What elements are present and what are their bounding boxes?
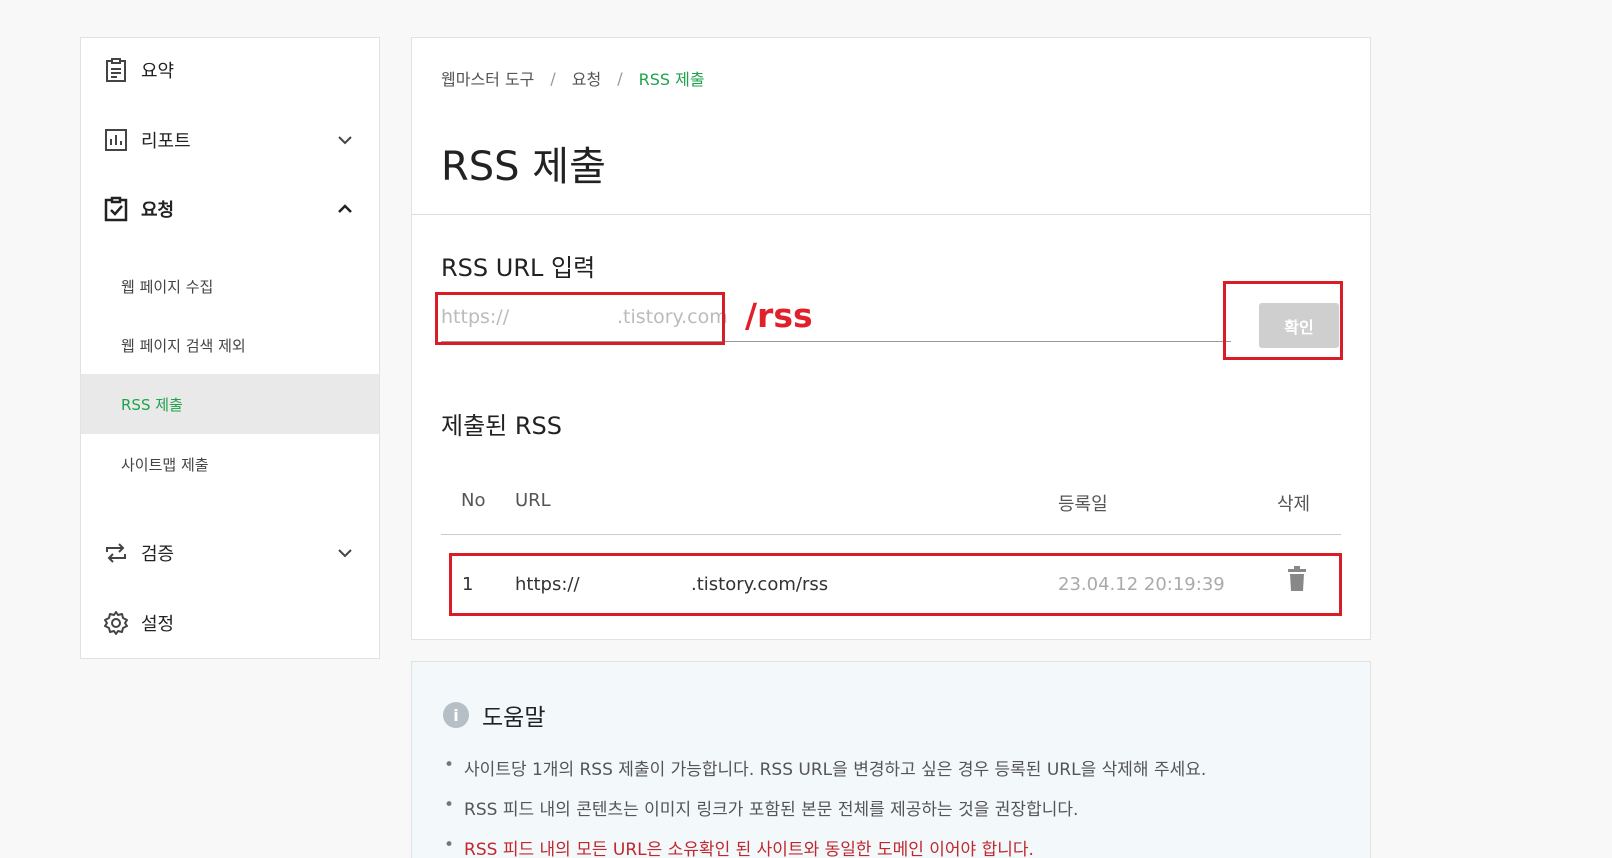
breadcrumb-current: RSS 제출 (638, 70, 705, 89)
nav-settings[interactable]: 설정 (81, 593, 379, 653)
breadcrumb-webmaster[interactable]: 웹마스터 도구 (441, 66, 534, 90)
rss-submit-panel: 웹마스터 도구 / 요청 / RSS 제출 RSS 제출 RSS URL 입력 … (411, 37, 1371, 640)
help-item: • RSS 피드 내의 콘텐츠는 이미지 링크가 포함된 본문 전체를 제공하는… (444, 795, 1078, 820)
nav-report-label: 리포트 (141, 131, 191, 152)
divider (412, 214, 1370, 215)
rss-input-title: RSS URL 입력 (441, 254, 596, 282)
help-item-text: RSS 피드 내의 모든 URL은 소유확인 된 사이트와 동일한 도메인 이어… (464, 840, 1034, 858)
nav-request-label: 요청 (141, 200, 175, 221)
bullet: • (444, 835, 455, 855)
breadcrumb-request[interactable]: 요청 (572, 66, 601, 90)
clipboard-check-icon (104, 196, 128, 222)
repeat-arrows-icon (106, 543, 126, 563)
nav-report[interactable]: 리포트 (81, 110, 379, 170)
info-icon: i (443, 702, 469, 728)
bullet: • (444, 795, 455, 815)
column-header-delete: 삭제 (1277, 494, 1311, 515)
help-item: • 사이트당 1개의 RSS 제출이 가능합니다. RSS URL을 변경하고 … (444, 755, 1206, 780)
highlight-box (1223, 281, 1343, 360)
help-item-text: 사이트당 1개의 RSS 제출이 가능합니다. RSS URL을 변경하고 싶은… (464, 760, 1207, 780)
help-title: 도움말 (482, 705, 546, 731)
column-header-url: URL (515, 490, 551, 511)
chevron-up-icon[interactable] (337, 201, 353, 217)
sidebar-item-web-page-collect[interactable]: 웹 페이지 수집 (81, 256, 379, 316)
sidebar-item-rss-submit[interactable]: RSS 제출 (81, 374, 379, 434)
sidebar-item-web-page-exclude[interactable]: 웹 페이지 검색 제외 (81, 315, 379, 375)
chevron-down-icon[interactable] (337, 545, 353, 561)
nav-summary-label: 요약 (141, 61, 175, 82)
rss-path-annotation: /rss (745, 296, 813, 335)
chevron-down-icon[interactable] (337, 132, 353, 148)
gear-icon (104, 611, 128, 635)
submitted-rss-title: 제출된 RSS (441, 412, 563, 440)
highlight-box (435, 292, 725, 345)
highlight-box (449, 553, 1342, 616)
sidebar-item-sitemap-submit[interactable]: 사이트맵 제출 (81, 434, 379, 494)
bullet: • (444, 755, 455, 775)
sidebar: 요약 리포트 요청 웹 페이지 수집 웹 페이지 검색 제외 RSS 제출 사이… (80, 37, 380, 659)
nav-summary[interactable]: 요약 (81, 40, 379, 100)
breadcrumb-separator: / (550, 68, 556, 88)
help-item-warning: • RSS 피드 내의 모든 URL은 소유확인 된 사이트와 동일한 도메인 … (444, 835, 1034, 858)
column-header-date: 등록일 (1058, 494, 1108, 515)
nav-settings-label: 설정 (141, 614, 175, 635)
column-header-no: No (461, 490, 486, 511)
nav-request[interactable]: 요청 (81, 179, 379, 239)
breadcrumb-separator: / (617, 68, 623, 88)
nav-verify-label: 검증 (141, 544, 175, 565)
page-title: RSS 제출 (441, 144, 606, 190)
help-item-text: RSS 피드 내의 콘텐츠는 이미지 링크가 포함된 본문 전체를 제공하는 것… (464, 800, 1079, 820)
bar-chart-icon (105, 129, 127, 151)
clipboard-icon (106, 58, 126, 82)
table-header-divider (441, 534, 1341, 535)
help-panel: i 도움말 • 사이트당 1개의 RSS 제출이 가능합니다. RSS URL을… (411, 661, 1371, 858)
breadcrumb: 웹마스터 도구 / 요청 / RSS 제출 (441, 66, 705, 90)
nav-verify[interactable]: 검증 (81, 523, 379, 583)
